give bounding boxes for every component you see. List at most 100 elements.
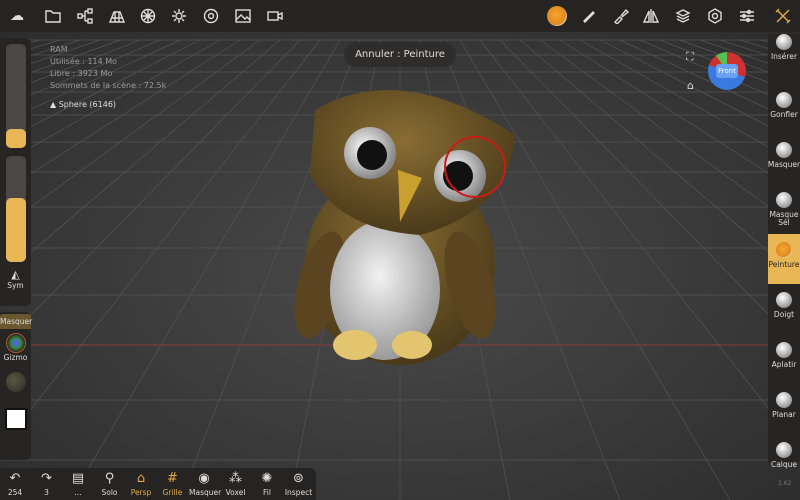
tool-icon bbox=[776, 92, 792, 108]
redo-button[interactable]: ↷ 3 bbox=[32, 470, 62, 497]
perspective-icon: ⌂ bbox=[136, 471, 146, 486]
button-label: Fil bbox=[263, 488, 271, 497]
symmetry-icon: ◭ bbox=[11, 268, 20, 281]
eye-icon: ◉ bbox=[198, 471, 210, 486]
tool-planar[interactable]: Planar bbox=[768, 384, 800, 434]
radius-slider[interactable] bbox=[6, 44, 26, 148]
gizmo-label: Gizmo bbox=[3, 353, 28, 362]
symmetry-button[interactable]: ◭ Sym bbox=[0, 268, 31, 290]
symmetry-icon[interactable] bbox=[640, 6, 662, 26]
gizmo-button[interactable]: Gizmo bbox=[0, 333, 31, 362]
right-tool-panel: Insérer Gonfler Masquer Masque Sél Peinture D… bbox=[768, 34, 800, 469]
button-label: Solo bbox=[101, 488, 118, 497]
undo-icon: ↶ bbox=[9, 471, 21, 486]
brush-stroke-icon[interactable] bbox=[578, 6, 600, 26]
button-label: 254 bbox=[7, 488, 23, 497]
tool-label: Masque Sél bbox=[769, 210, 799, 227]
selected-object[interactable]: ▲ Sphere (6146) bbox=[50, 100, 116, 109]
material-sphere-icon[interactable] bbox=[137, 6, 159, 26]
button-label: 3 bbox=[44, 488, 49, 497]
material-preview-icon[interactable] bbox=[546, 6, 568, 26]
tool-inserer[interactable]: Insérer bbox=[768, 26, 800, 76]
wireframe-button[interactable]: ✺ Fil bbox=[252, 470, 282, 497]
search-button[interactable]: ⚲ Solo bbox=[95, 470, 125, 497]
button-label: Masquer bbox=[189, 488, 222, 497]
tool-calque[interactable]: Calque bbox=[768, 434, 800, 484]
camera-icon[interactable] bbox=[264, 6, 286, 26]
matcap-button[interactable] bbox=[5, 372, 26, 392]
view-cube-face[interactable]: Front bbox=[716, 64, 738, 78]
button-label: ... bbox=[74, 488, 82, 497]
sliders-icon[interactable] bbox=[736, 6, 758, 26]
tool-aplatir[interactable]: Aplatir bbox=[768, 334, 800, 384]
mask-button[interactable]: Masquer bbox=[0, 314, 32, 329]
color-swatch[interactable] bbox=[4, 408, 27, 430]
gizmo-icon bbox=[5, 333, 26, 353]
view-cube[interactable]: Front bbox=[708, 52, 746, 90]
wireframe-icon: ✺ bbox=[261, 471, 273, 486]
undo-button[interactable]: ↶ 254 bbox=[0, 470, 30, 497]
left-panel-bottom: Masquer Gizmo bbox=[0, 312, 32, 460]
voxel-icon: ⁂ bbox=[229, 471, 242, 486]
sym-label: Sym bbox=[7, 281, 24, 290]
top-toolbar: ☁ bbox=[0, 0, 800, 32]
redo-icon: ↷ bbox=[41, 471, 52, 486]
tool-icon bbox=[776, 34, 792, 50]
object-name: Sphere (6146) bbox=[58, 100, 117, 109]
notes-button[interactable]: ▤... bbox=[63, 470, 93, 497]
bottom-toolbar: ↶ 254 ↷ 3 ▤... ⚲ Solo ⌂ Persp # Grille ◉ Masquer ⁂ Vox… bbox=[0, 468, 316, 500]
home-icon[interactable]: ⌂ bbox=[687, 79, 694, 92]
version-label: 1.62 bbox=[778, 480, 792, 487]
tool-icon bbox=[776, 342, 792, 358]
tool-label: Doigt bbox=[773, 310, 795, 319]
image-background-icon[interactable] bbox=[232, 6, 254, 26]
undo-toast: Annuler : Peinture bbox=[344, 42, 456, 67]
paint-brush-icon[interactable] bbox=[610, 6, 632, 26]
intensity-slider[interactable] bbox=[6, 156, 26, 262]
left-panel: ◭ Sym bbox=[0, 38, 31, 306]
tool-icon bbox=[776, 292, 792, 308]
tool-label: Gonfler bbox=[770, 110, 798, 119]
perspective-button[interactable]: ⌂ Persp bbox=[126, 470, 156, 497]
postprocess-icon[interactable] bbox=[200, 6, 222, 26]
tool-icon bbox=[776, 392, 792, 408]
scene-info: RAM Utilisée : 114 Mo Libre : 3923 Mo So… bbox=[50, 44, 166, 92]
grid-icon: # bbox=[167, 471, 178, 486]
layers-icon[interactable] bbox=[672, 6, 694, 26]
button-label: Inspect bbox=[284, 488, 313, 497]
eye-button[interactable]: ◉ Masquer bbox=[189, 470, 222, 497]
button-label: Voxel bbox=[225, 488, 246, 497]
tools-icon[interactable] bbox=[772, 6, 794, 26]
ram-free: Libre : 3923 Mo bbox=[50, 69, 113, 78]
fullscreen-icon[interactable]: ⛶ bbox=[686, 50, 694, 64]
settings-icon[interactable] bbox=[704, 6, 726, 26]
topology-icon[interactable] bbox=[106, 6, 128, 26]
tool-label: Calque bbox=[770, 460, 798, 469]
tool-icon bbox=[776, 192, 792, 208]
tool-label: Planar bbox=[772, 410, 796, 419]
tool-icon bbox=[776, 142, 792, 158]
tool-icon bbox=[776, 442, 792, 458]
nomad-logo-icon[interactable]: ☁ bbox=[6, 6, 28, 26]
tool-peinture[interactable]: Peinture bbox=[768, 234, 800, 284]
inspect-button[interactable]: ⊚ Inspect bbox=[284, 470, 314, 497]
button-label: Grille bbox=[162, 488, 183, 497]
tool-masquer[interactable]: Masquer bbox=[768, 134, 800, 184]
folder-icon[interactable] bbox=[42, 6, 64, 26]
button-label: Persp bbox=[130, 488, 152, 497]
tool-label: Insérer bbox=[770, 52, 798, 61]
tool-label: Aplatir bbox=[771, 360, 797, 369]
notes-icon: ▤ bbox=[71, 471, 85, 486]
owl-model bbox=[294, 90, 515, 365]
scene-graph-icon[interactable] bbox=[74, 6, 96, 26]
light-icon[interactable] bbox=[168, 6, 190, 26]
grid-button[interactable]: # Grille bbox=[158, 470, 188, 497]
tool-gonfler[interactable]: Gonfler bbox=[768, 84, 800, 134]
tool-label: Peinture bbox=[768, 260, 800, 269]
search-icon: ⚲ bbox=[104, 471, 115, 486]
tool-doigt[interactable]: Doigt bbox=[768, 284, 800, 334]
inspect-icon: ⊚ bbox=[293, 471, 304, 486]
tool-masque-sel[interactable]: Masque Sél bbox=[768, 184, 800, 234]
voxel-button[interactable]: ⁂ Voxel bbox=[221, 470, 251, 497]
ram-used: Utilisée : 114 Mo bbox=[50, 57, 118, 66]
